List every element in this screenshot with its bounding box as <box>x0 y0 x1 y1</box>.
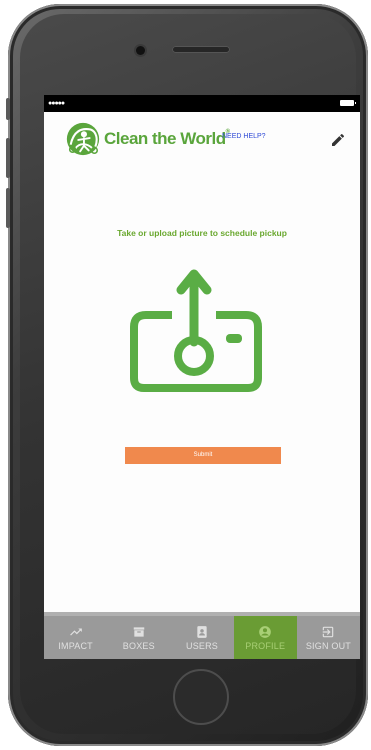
tab-users[interactable]: USERS <box>170 616 233 659</box>
archive-box-icon <box>133 626 145 637</box>
tab-profile[interactable]: PROFILE <box>233 616 297 659</box>
camera-upload-icon[interactable] <box>126 268 266 393</box>
tab-profile-label: PROFILE <box>245 640 286 651</box>
trending-up-icon <box>69 628 82 635</box>
clean-the-world-logo-icon <box>66 122 100 156</box>
device-frame-stage: ●●●●● Clean the World® NEED HELP? Take o… <box>0 0 371 750</box>
home-button[interactable] <box>173 669 229 725</box>
tab-sign-out[interactable]: SIGN OUT <box>297 616 360 659</box>
mute-switch <box>6 98 10 120</box>
contact-book-icon <box>197 625 207 638</box>
signal-strength-icon: ●●●●● <box>48 100 65 107</box>
app-screen: ●●●●● Clean the World® NEED HELP? Take o… <box>44 95 360 659</box>
edit-pencil-icon[interactable] <box>330 132 346 148</box>
exit-icon <box>323 626 334 637</box>
bottom-tab-bar: IMPACT BOXES USERS PROFILE SIGN OUT <box>44 616 360 659</box>
brand-name: Clean the World® <box>104 129 230 149</box>
submit-button[interactable]: Submit <box>125 447 281 464</box>
earpiece-speaker <box>172 46 230 53</box>
brand-text: Clean the World <box>104 129 226 148</box>
tab-sign-out-label: SIGN OUT <box>305 640 351 651</box>
volume-up-button <box>6 138 10 178</box>
need-help-link[interactable]: NEED HELP? <box>222 133 266 140</box>
status-bar: ●●●●● <box>44 95 360 112</box>
tab-boxes[interactable]: BOXES <box>107 616 170 659</box>
tab-impact-label: IMPACT <box>58 640 93 651</box>
tab-boxes-label: BOXES <box>122 640 155 651</box>
tab-impact[interactable]: IMPACT <box>44 616 107 659</box>
tab-users-label: USERS <box>186 640 219 651</box>
front-camera <box>136 46 145 55</box>
battery-icon <box>340 100 356 106</box>
upload-prompt-text: Take or upload picture to schedule picku… <box>117 228 287 238</box>
volume-down-button <box>6 188 10 228</box>
account-circle-icon <box>259 625 272 638</box>
app-header: Clean the World® NEED HELP? <box>44 112 360 170</box>
